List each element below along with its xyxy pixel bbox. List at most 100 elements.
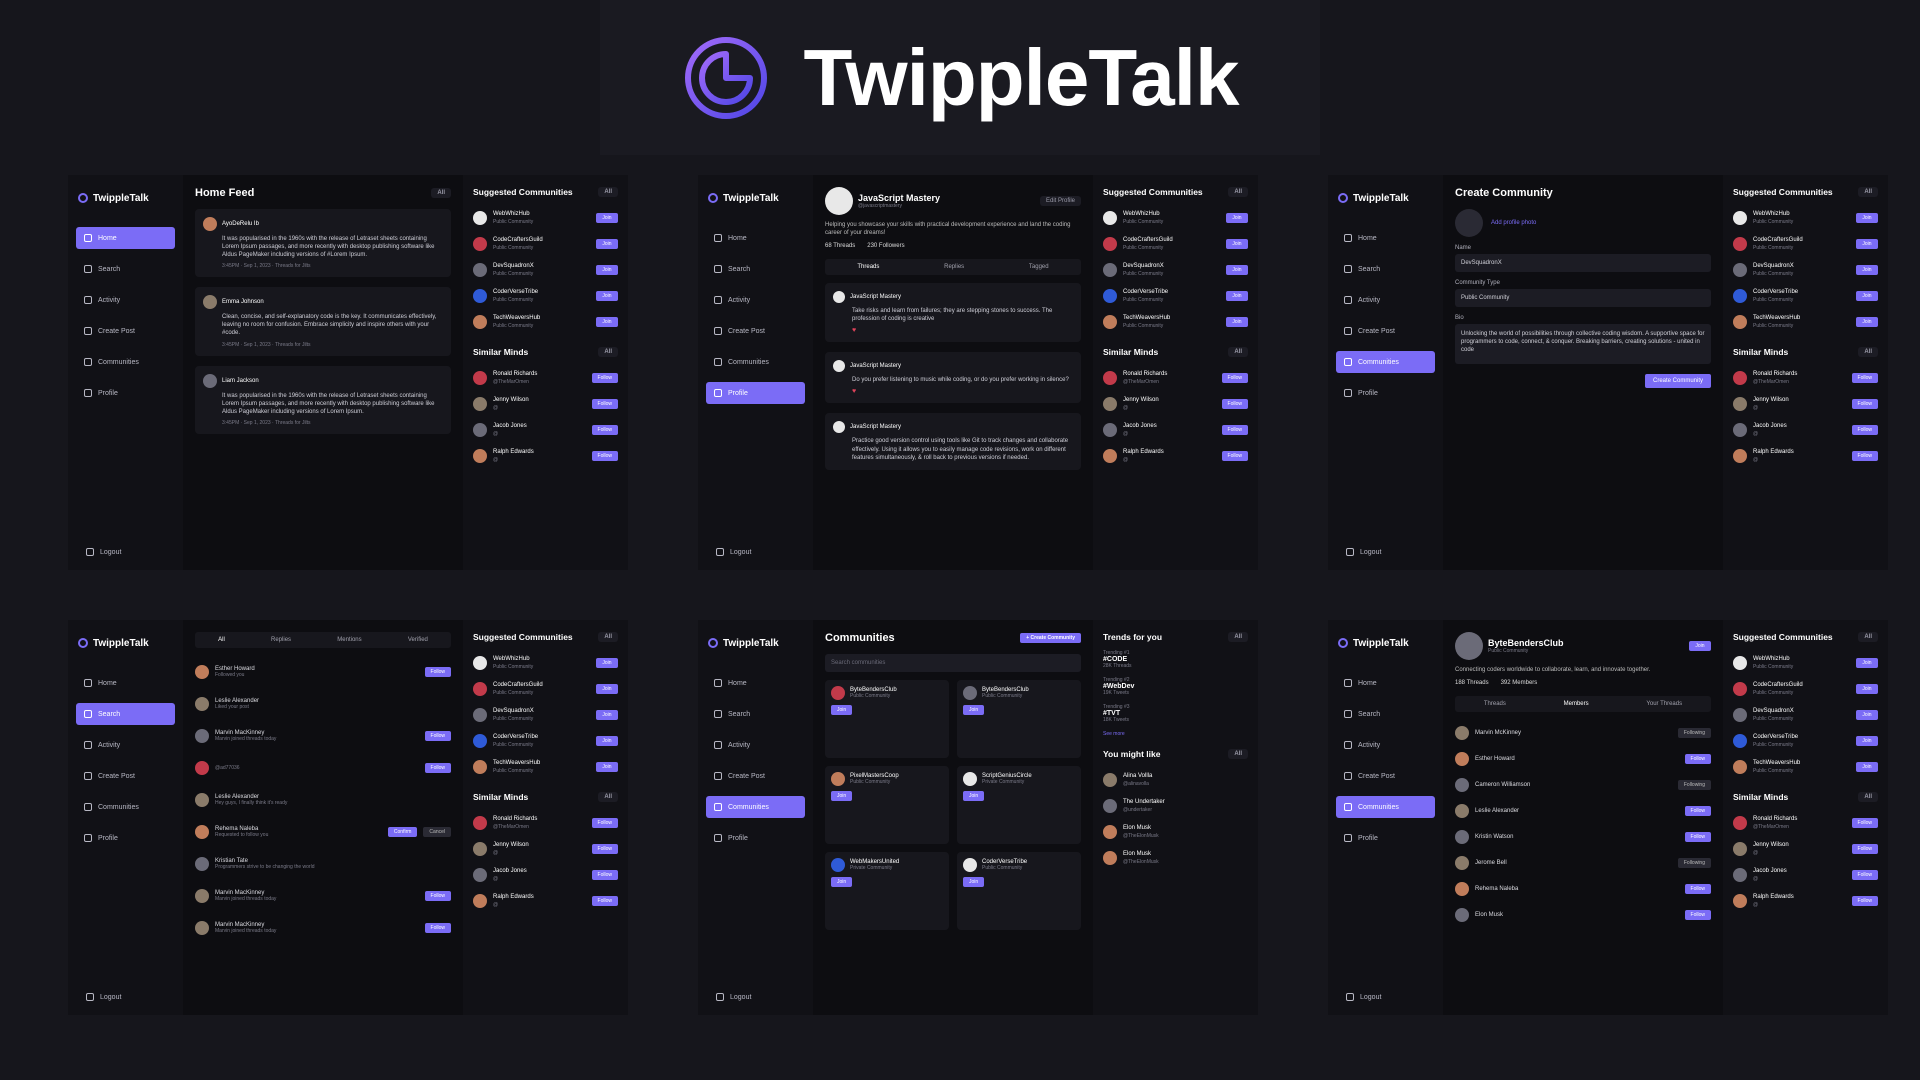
logout-button[interactable]: Logout — [708, 993, 751, 1001]
follow-button[interactable]: Follow — [591, 399, 618, 409]
community-row[interactable]: TechWeaversHub Public Community Join — [1103, 309, 1248, 335]
join-button[interactable]: Join — [1226, 291, 1248, 301]
nav-item-home[interactable]: Home — [1336, 227, 1435, 249]
join-button[interactable]: Join — [963, 877, 985, 887]
nav-item-communities[interactable]: Communities — [76, 351, 175, 373]
community-row[interactable]: CoderVerseTribe Public Community Join — [473, 283, 618, 309]
follow-button[interactable]: Follow — [591, 451, 618, 461]
follow-button[interactable]: Follow — [424, 763, 451, 773]
nav-item-search[interactable]: Search — [76, 258, 175, 280]
follow-button[interactable]: Follow — [591, 844, 618, 854]
filter-dropdown[interactable]: All — [598, 187, 618, 197]
tab-mentions[interactable]: Mentions — [337, 637, 361, 643]
follow-button[interactable]: Follow — [1851, 451, 1878, 461]
user-row[interactable]: Ralph Edwards @ Follow — [1733, 888, 1878, 914]
join-button[interactable]: Join — [963, 791, 985, 801]
filter-dropdown[interactable]: All — [1228, 632, 1248, 642]
nav-item-activity[interactable]: Activity — [1336, 734, 1435, 756]
join-button[interactable]: Join — [1226, 265, 1248, 275]
bio-textarea[interactable]: Unlocking the world of possibilities thr… — [1455, 324, 1711, 364]
follow-button[interactable]: Follow — [424, 731, 451, 741]
follow-button[interactable]: Follow — [1851, 373, 1878, 383]
sidebar-logo[interactable]: TwippleTalk — [1328, 191, 1443, 205]
user-row[interactable]: Ronald Richards @TheMarOmen Follow — [473, 810, 618, 836]
see-more-link[interactable]: See more — [1103, 731, 1248, 737]
post-card[interactable]: JavaScript Mastery Practice good version… — [825, 413, 1081, 470]
follow-button[interactable]: Follow — [1851, 399, 1878, 409]
nav-item-home[interactable]: Home — [1336, 672, 1435, 694]
nav-item-home[interactable]: Home — [76, 672, 175, 694]
nav-item-profile[interactable]: Profile — [706, 827, 805, 849]
user-row[interactable]: Ralph Edwards @ Follow — [473, 443, 618, 469]
join-button[interactable]: Join — [596, 762, 618, 772]
nav-item-communities[interactable]: Communities — [76, 796, 175, 818]
post-card[interactable]: JavaScript Mastery Do you prefer listeni… — [825, 352, 1081, 404]
community-row[interactable]: CodeCraftersGuild Public Community Join — [1733, 676, 1878, 702]
heart-icon[interactable]: ♥ — [852, 327, 856, 334]
avatar[interactable] — [203, 295, 217, 310]
user-row[interactable]: Ronald Richards @TheMarOmen Follow — [1733, 810, 1878, 836]
user-row[interactable]: Ronald Richards @TheMarOmen Follow — [473, 365, 618, 391]
community-row[interactable]: CoderVerseTribe Public Community Join — [1733, 283, 1878, 309]
join-button[interactable]: Join — [596, 291, 618, 301]
nav-item-profile[interactable]: Profile — [706, 382, 805, 404]
member-row[interactable]: Elon Musk Follow — [1455, 902, 1711, 928]
user-row[interactable]: Ronald Richards @TheMarOmen Follow — [1733, 365, 1878, 391]
user-row[interactable]: Jacob Jones @ Follow — [1103, 417, 1248, 443]
nav-item-create-post[interactable]: Create Post — [706, 320, 805, 342]
follow-button[interactable]: Follow — [591, 896, 618, 906]
user-row[interactable]: Jenny Wilson @ Follow — [1733, 836, 1878, 862]
join-button[interactable]: Join — [1856, 291, 1878, 301]
create-community-button[interactable]: + Create Community — [1020, 633, 1081, 643]
member-row[interactable]: Esther Howard Follow — [1455, 746, 1711, 772]
nav-item-communities[interactable]: Communities — [706, 796, 805, 818]
join-button[interactable]: Join — [1226, 213, 1248, 223]
trend-item[interactable]: Trending #2 #WebDev 19K Tweets — [1103, 677, 1248, 696]
member-row[interactable]: Jerome Bell Following — [1455, 850, 1711, 876]
join-button[interactable]: Join — [596, 239, 618, 249]
add-photo-link[interactable]: Add profile photo — [1491, 220, 1536, 226]
community-row[interactable]: WebWhizHub Public Community Join — [1733, 205, 1878, 231]
activity-row[interactable]: @ad77036 Follow — [195, 752, 451, 784]
join-button[interactable]: Join — [831, 877, 853, 887]
photo-placeholder-icon[interactable] — [1455, 209, 1483, 237]
search-input[interactable]: Search communities — [825, 654, 1081, 672]
community-row[interactable]: WebWhizHub Public Community Join — [1733, 650, 1878, 676]
join-button[interactable]: Join — [1856, 213, 1878, 223]
follow-button[interactable]: Follow — [1851, 870, 1878, 880]
join-button[interactable]: Join — [1856, 710, 1878, 720]
community-card[interactable]: CoderVerseTribe Public Community Join — [957, 852, 1081, 930]
follow-button[interactable]: Follow — [424, 667, 451, 677]
community-row[interactable]: CodeCraftersGuild Public Community Join — [473, 231, 618, 257]
nav-item-create-post[interactable]: Create Post — [706, 765, 805, 787]
community-card[interactable]: ScriptGeniusCircle Private Community Join — [957, 766, 1081, 844]
follow-button[interactable]: Follow — [1851, 896, 1878, 906]
user-row[interactable]: Jenny Wilson @ Follow — [473, 836, 618, 862]
community-row[interactable]: DevSquadronX Public Community Join — [473, 702, 618, 728]
tab-threads[interactable]: Threads — [857, 264, 879, 270]
join-button[interactable]: Join — [1856, 736, 1878, 746]
join-button[interactable]: Join — [596, 658, 618, 668]
tab-replies[interactable]: Replies — [271, 637, 291, 643]
edit-profile-button[interactable]: Edit Profile — [1039, 196, 1081, 206]
nav-item-create-post[interactable]: Create Post — [76, 320, 175, 342]
nav-item-search[interactable]: Search — [1336, 258, 1435, 280]
follow-button[interactable]: Follow — [591, 818, 618, 828]
heart-icon[interactable]: ♥ — [852, 388, 856, 395]
nav-item-create-post[interactable]: Create Post — [1336, 320, 1435, 342]
nav-item-activity[interactable]: Activity — [76, 289, 175, 311]
follow-button[interactable]: Follow — [424, 923, 451, 933]
member-row[interactable]: Rehema Naleba Follow — [1455, 876, 1711, 902]
activity-row[interactable]: Leslie Alexander Hey guys, I finally thin… — [195, 784, 451, 816]
user-row[interactable]: Jenny Wilson @ Follow — [1733, 391, 1878, 417]
nav-item-create-post[interactable]: Create Post — [76, 765, 175, 787]
member-row[interactable]: Kristin Watson Follow — [1455, 824, 1711, 850]
activity-row[interactable]: Marvin MacKinney Marvin joined threads to… — [195, 880, 451, 912]
follow-button[interactable]: Follow — [1684, 806, 1711, 817]
follow-button[interactable]: Follow — [1684, 832, 1711, 843]
community-row[interactable]: TechWeaversHub Public Community Join — [1733, 309, 1878, 335]
nav-item-communities[interactable]: Communities — [1336, 796, 1435, 818]
activity-row[interactable]: Leslie Alexander Liked your post — [195, 688, 451, 720]
join-button[interactable]: Join — [596, 684, 618, 694]
filter-dropdown[interactable]: All — [598, 347, 618, 357]
